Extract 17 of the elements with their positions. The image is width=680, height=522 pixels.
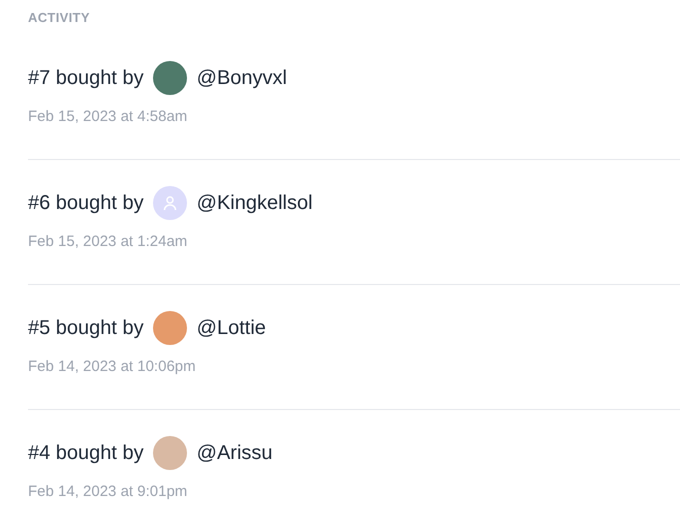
username-link[interactable]: @Lottie	[196, 313, 266, 343]
activity-title: #7 bought by	[28, 66, 144, 91]
activity-title: #4 bought by	[28, 441, 144, 466]
username-link[interactable]: @Bonyvxl	[196, 63, 287, 93]
username-link[interactable]: @Arissu	[196, 438, 273, 468]
activity-date: Feb 14, 2023 at 10:06pm	[28, 357, 196, 377]
username-link[interactable]: @Kingkellsol	[196, 188, 313, 218]
avatar-picture[interactable]	[152, 61, 187, 95]
activity-date: Feb 15, 2023 at 1:24am	[28, 232, 188, 252]
section-heading: ACTIVITY	[28, 9, 90, 26]
activity-date: Feb 14, 2023 at 9:01pm	[28, 482, 188, 502]
activity-date: Feb 15, 2023 at 4:58am	[28, 107, 188, 127]
activity-title: #6 bought by	[28, 191, 144, 216]
activity-title: #5 bought by	[28, 316, 144, 341]
person-icon	[162, 195, 178, 211]
avatar-picture[interactable]	[152, 311, 187, 345]
default-avatar[interactable]	[152, 186, 187, 220]
